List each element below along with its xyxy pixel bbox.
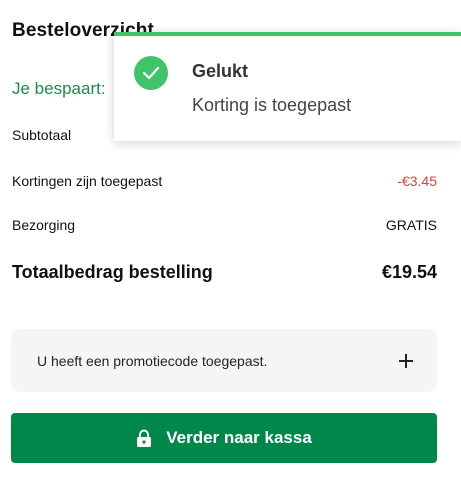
shipping-value: GRATIS [385, 217, 437, 233]
discount-value: -€3.45 [397, 173, 437, 189]
order-summary-page: Besteloverzicht Je bespaart: Subtotaal K… [0, 0, 461, 477]
plus-icon[interactable] [399, 353, 413, 368]
discount-row: Kortingen zijn toegepast -€3.45 [12, 173, 437, 189]
discount-label: Kortingen zijn toegepast [12, 173, 163, 189]
shipping-row: Bezorging GRATIS [12, 217, 437, 233]
shipping-label: Bezorging [12, 217, 76, 233]
total-row: Totaalbedrag bestelling €19.54 [12, 262, 437, 283]
promo-code-toggle[interactable]: U heeft een promotiecode toegepast. [11, 329, 437, 392]
checkout-label: Verder naar kassa [166, 428, 312, 447]
promo-code-text: U heeft een promotiecode toegepast. [37, 352, 268, 369]
check-icon [134, 56, 168, 90]
total-label: Totaalbedrag bestelling [12, 262, 213, 282]
total-value: €19.54 [381, 262, 437, 282]
savings-label: Je bespaart: [12, 79, 106, 98]
lock-icon [137, 429, 152, 447]
success-toast: Gelukt Korting is toegepast [114, 32, 461, 141]
toast-message: Korting is toegepast [192, 95, 352, 115]
toast-title: Gelukt [192, 61, 249, 81]
subtotal-label: Subtotaal [12, 127, 72, 143]
checkout-button[interactable]: Verder naar kassa [11, 413, 437, 463]
